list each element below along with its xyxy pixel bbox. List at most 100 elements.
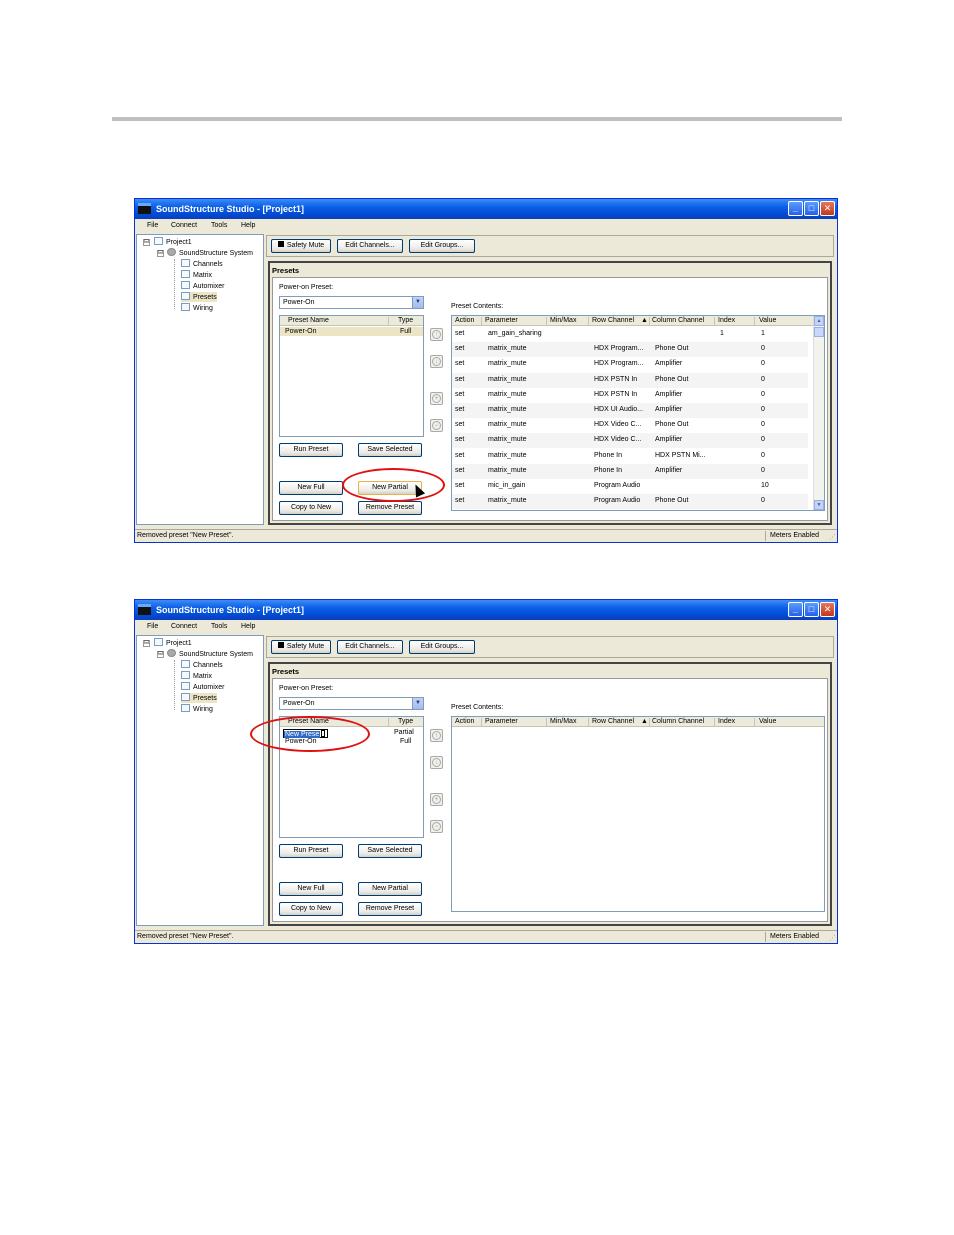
remove-item-button[interactable]: − bbox=[430, 419, 443, 432]
menu-tools[interactable]: Tools bbox=[211, 222, 227, 229]
move-up-button[interactable]: ↑ bbox=[430, 328, 443, 341]
title-bar[interactable]: SoundStructure Studio - [Project1] _ □ ✕ bbox=[135, 600, 837, 620]
copy-to-new-button[interactable]: Copy to New bbox=[279, 501, 343, 515]
safety-mute-button[interactable]: Safety Mute bbox=[271, 640, 331, 654]
power-on-dropdown[interactable]: Power-On ▼ bbox=[279, 296, 424, 309]
preset-contents-table[interactable]: Action Parameter Min/Max Row Channel ▲ C… bbox=[451, 315, 825, 511]
close-button[interactable]: ✕ bbox=[820, 602, 835, 617]
tree-project[interactable]: Project1 bbox=[154, 237, 192, 247]
safety-mute-button[interactable]: Safety Mute bbox=[271, 239, 331, 253]
menu-tools[interactable]: Tools bbox=[211, 623, 227, 630]
move-down-button[interactable]: ↓ bbox=[430, 355, 443, 368]
resize-grip-icon[interactable]: ⋰ bbox=[829, 934, 836, 942]
remove-item-button[interactable]: − bbox=[430, 820, 443, 833]
run-preset-button[interactable]: Run Preset bbox=[279, 844, 343, 858]
close-button[interactable]: ✕ bbox=[820, 201, 835, 216]
table-row[interactable]: set matrix_mute Phone In Amplifier 0 bbox=[452, 463, 808, 479]
menu-file[interactable]: File bbox=[147, 222, 158, 229]
chevron-down-icon[interactable]: ▼ bbox=[412, 698, 423, 709]
collapse-icon[interactable]: ⊟ bbox=[143, 239, 150, 246]
tree-item-presets[interactable]: Presets bbox=[181, 292, 217, 302]
col-value[interactable]: Value bbox=[759, 317, 776, 324]
col-index[interactable]: Index bbox=[718, 718, 735, 725]
scroll-thumb[interactable] bbox=[814, 327, 824, 337]
new-full-button[interactable]: New Full bbox=[279, 882, 343, 896]
preset-contents-table[interactable]: Action Parameter Min/Max Row Channel ▲ C… bbox=[451, 716, 825, 912]
col-minmax[interactable]: Min/Max bbox=[550, 317, 576, 324]
edit-channels-button[interactable]: Edit Channels... bbox=[337, 239, 403, 253]
collapse-icon[interactable]: ⊟ bbox=[157, 651, 164, 658]
col-column-channel[interactable]: Column Channel bbox=[652, 317, 704, 324]
table-row[interactable]: set mic_in_gain Program Audio 10 bbox=[452, 479, 808, 494]
collapse-icon[interactable]: ⊟ bbox=[157, 250, 164, 257]
table-row[interactable]: set matrix_mute HDX Program... Amplifier 0 bbox=[452, 357, 808, 372]
tree-item-automixer[interactable]: Automixer bbox=[181, 281, 225, 291]
save-selected-button[interactable]: Save Selected bbox=[358, 443, 422, 457]
preset-row[interactable]: Power-On Full bbox=[280, 327, 423, 336]
tree-item-channels[interactable]: Channels bbox=[181, 660, 223, 670]
edit-groups-button[interactable]: Edit Groups... bbox=[409, 239, 475, 253]
col-row-channel[interactable]: Row Channel bbox=[592, 317, 634, 324]
table-row[interactable]: set am_gain_sharing 1 1 bbox=[452, 327, 808, 342]
preset-list[interactable]: Preset Name Type Power-On Full bbox=[279, 315, 424, 437]
collapse-icon[interactable]: ⊟ bbox=[143, 640, 150, 647]
tree-item-channels[interactable]: Channels bbox=[181, 259, 223, 269]
tree-item-wiring[interactable]: Wiring bbox=[181, 303, 213, 313]
tree-project[interactable]: Project1 bbox=[154, 638, 192, 648]
table-row[interactable]: set matrix_mute HDX PSTN In Amplifier 0 bbox=[452, 388, 808, 403]
tree-system[interactable]: SoundStructure System bbox=[167, 248, 253, 258]
tree-item-wiring[interactable]: Wiring bbox=[181, 704, 213, 714]
table-row[interactable]: set matrix_mute HDX Video C... Amplifier 0 bbox=[452, 433, 808, 449]
chevron-down-icon[interactable]: ▼ bbox=[412, 297, 423, 308]
vertical-scrollbar[interactable]: ▲ ▼ bbox=[813, 316, 824, 510]
tree-item-matrix[interactable]: Matrix bbox=[181, 270, 212, 280]
menu-help[interactable]: Help bbox=[241, 222, 255, 229]
col-action[interactable]: Action bbox=[455, 718, 474, 725]
col-column-channel[interactable]: Column Channel bbox=[652, 718, 704, 725]
col-minmax[interactable]: Min/Max bbox=[550, 718, 576, 725]
col-row-channel[interactable]: Row Channel bbox=[592, 718, 634, 725]
power-on-dropdown[interactable]: Power-On ▼ bbox=[279, 697, 424, 710]
col-type[interactable]: Type bbox=[398, 317, 413, 324]
maximize-button[interactable]: □ bbox=[804, 602, 819, 617]
new-partial-button[interactable]: New Partial bbox=[358, 882, 422, 896]
col-value[interactable]: Value bbox=[759, 718, 776, 725]
copy-to-new-button[interactable]: Copy to New bbox=[279, 902, 343, 916]
tree-system[interactable]: SoundStructure System bbox=[167, 649, 253, 659]
tree-item-matrix[interactable]: Matrix bbox=[181, 671, 212, 681]
table-row[interactable]: set matrix_mute Phone In HDX PSTN Mi... 0 bbox=[452, 449, 808, 464]
table-row[interactable]: set matrix_mute HDX PSTN In Phone Out 0 bbox=[452, 372, 808, 388]
minimize-button[interactable]: _ bbox=[788, 201, 803, 216]
maximize-button[interactable]: □ bbox=[804, 201, 819, 216]
menu-file[interactable]: File bbox=[147, 623, 158, 630]
edit-channels-button[interactable]: Edit Channels... bbox=[337, 640, 403, 654]
menu-connect[interactable]: Connect bbox=[171, 222, 197, 229]
col-preset-name[interactable]: Preset Name bbox=[288, 317, 329, 324]
col-type[interactable]: Type bbox=[398, 718, 413, 725]
move-up-button[interactable]: ↑ bbox=[430, 729, 443, 742]
tree-item-automixer[interactable]: Automixer bbox=[181, 682, 225, 692]
scroll-down-icon[interactable]: ▼ bbox=[814, 500, 824, 510]
edit-groups-button[interactable]: Edit Groups... bbox=[409, 640, 475, 654]
table-row[interactable]: set matrix_mute HDX Video C... Phone Out 0 bbox=[452, 418, 808, 433]
title-bar[interactable]: SoundStructure Studio - [Project1] _ □ ✕ bbox=[135, 199, 837, 219]
add-item-button[interactable]: + bbox=[430, 793, 443, 806]
remove-preset-button[interactable]: Remove Preset bbox=[358, 501, 422, 515]
col-action[interactable]: Action bbox=[455, 317, 474, 324]
run-preset-button[interactable]: Run Preset bbox=[279, 443, 343, 457]
table-row[interactable]: set matrix_mute HDX UI Audio... Amplifier 0 bbox=[452, 403, 808, 418]
resize-grip-icon[interactable]: ⋰ bbox=[829, 533, 836, 541]
remove-preset-button[interactable]: Remove Preset bbox=[358, 902, 422, 916]
new-full-button[interactable]: New Full bbox=[279, 481, 343, 495]
scroll-up-icon[interactable]: ▲ bbox=[814, 316, 824, 326]
menu-connect[interactable]: Connect bbox=[171, 623, 197, 630]
col-parameter[interactable]: Parameter bbox=[485, 718, 518, 725]
table-row[interactable]: set matrix_mute Program Audio Phone Out 0 bbox=[452, 494, 808, 510]
move-down-button[interactable]: ↓ bbox=[430, 756, 443, 769]
table-row[interactable]: set matrix_mute HDX Program... Phone Out 0 bbox=[452, 342, 808, 358]
tree-item-presets[interactable]: Presets bbox=[181, 693, 217, 703]
col-index[interactable]: Index bbox=[718, 317, 735, 324]
col-parameter[interactable]: Parameter bbox=[485, 317, 518, 324]
save-selected-button[interactable]: Save Selected bbox=[358, 844, 422, 858]
menu-help[interactable]: Help bbox=[241, 623, 255, 630]
